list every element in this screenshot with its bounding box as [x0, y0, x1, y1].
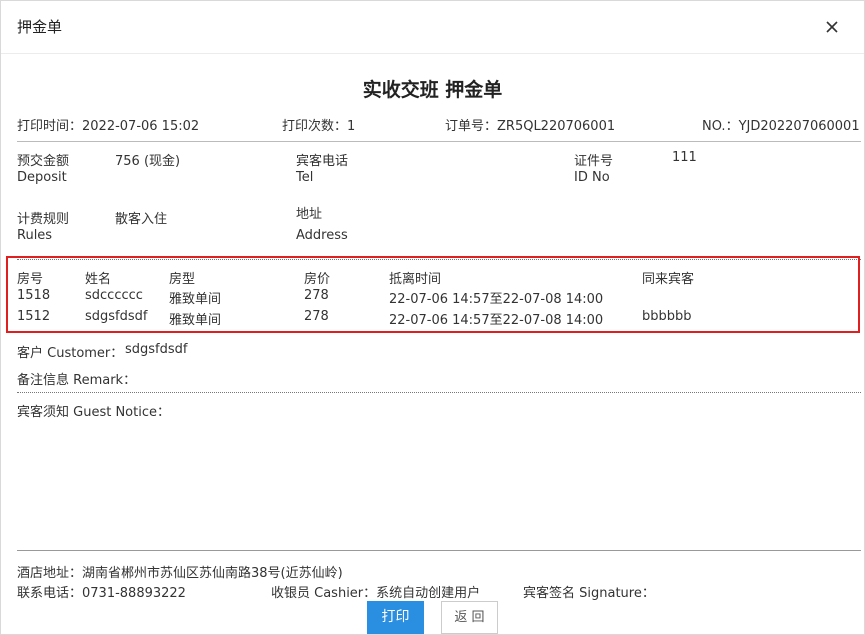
deposit-label-en: Deposit — [17, 170, 67, 185]
print-time: 打印时间：2022-07-06 15:02 — [17, 119, 200, 134]
customer-value: sdgsfdsdf — [125, 342, 188, 357]
cell-name: sdcccccc — [85, 288, 143, 303]
col-header-stay-period: 抵离时间 — [389, 272, 442, 287]
rules-label-en: Rules — [17, 228, 53, 243]
remark-label: 备注信息 Remark： — [17, 373, 137, 388]
col-header-room-no: 房号 — [17, 272, 44, 287]
cell-room-rate: 278 — [304, 309, 329, 324]
id-label: 证件号 — [574, 154, 614, 169]
cell-room-no: 1512 — [17, 309, 51, 324]
id-label-en: ID No — [574, 170, 610, 185]
address-label: 地址 — [296, 207, 323, 222]
divider — [17, 141, 861, 142]
cell-companions: bbbbbb — [642, 309, 692, 324]
dialog-header: 押金单 — [1, 1, 864, 54]
hotel-phone: 联系电话：0731-88893222 — [17, 586, 186, 601]
cell-room-type: 雅致单间 — [169, 292, 222, 307]
col-header-companions: 同来宾客 — [642, 272, 695, 287]
rules-value: 散客入住 — [115, 212, 168, 227]
address-label-en: Address — [296, 228, 348, 243]
cell-room-rate: 278 — [304, 288, 329, 303]
deposit-label: 预交金额 — [17, 154, 70, 169]
cell-stay-period: 22-07-06 14:57至22-07-08 14:00 — [389, 292, 604, 307]
col-header-name: 姓名 — [85, 272, 112, 287]
document-number: NO.：YJD202207060001 — [702, 119, 860, 134]
hotel-address: 酒店地址：湖南省郴州市苏仙区苏仙南路38号(近苏仙岭) — [17, 566, 343, 581]
order-number: 订单号：ZR5QL220706001 — [445, 119, 616, 134]
id-value: 111 — [672, 150, 697, 165]
customer-label: 客户 Customer： — [17, 346, 124, 361]
back-button[interactable]: 返 回 — [441, 601, 498, 634]
print-count: 打印次数：1 — [282, 119, 356, 134]
deposit-value: 756 (现金) — [115, 154, 181, 169]
cell-stay-period: 22-07-06 14:57至22-07-08 14:00 — [389, 313, 604, 328]
col-header-room-rate: 房价 — [304, 272, 331, 287]
document-title: 实收交班 押金单 — [362, 79, 503, 101]
cashier: 收银员 Cashier：系统自动创建用户 — [271, 586, 481, 601]
close-icon[interactable] — [824, 19, 840, 35]
dialog-title: 押金单 — [17, 18, 63, 36]
dotted-divider — [17, 392, 861, 393]
guest-notice-label: 宾客须知 Guest Notice： — [17, 405, 170, 420]
guest-signature: 宾客签名 Signature： — [523, 586, 655, 601]
cell-room-no: 1518 — [17, 288, 51, 303]
deposit-dialog: 押金单 实收交班 押金单 打印时间：2022-07-06 15:02 打印次数：… — [0, 0, 865, 635]
tel-label-en: Tel — [296, 170, 314, 185]
col-header-room-type: 房型 — [169, 272, 196, 287]
print-button[interactable]: 打印 — [367, 601, 424, 634]
rules-label: 计费规则 — [17, 212, 70, 227]
cell-name: sdgsfdsdf — [85, 309, 148, 324]
divider — [17, 550, 861, 551]
cell-room-type: 雅致单间 — [169, 313, 222, 328]
tel-label: 宾客电话 — [296, 154, 349, 169]
